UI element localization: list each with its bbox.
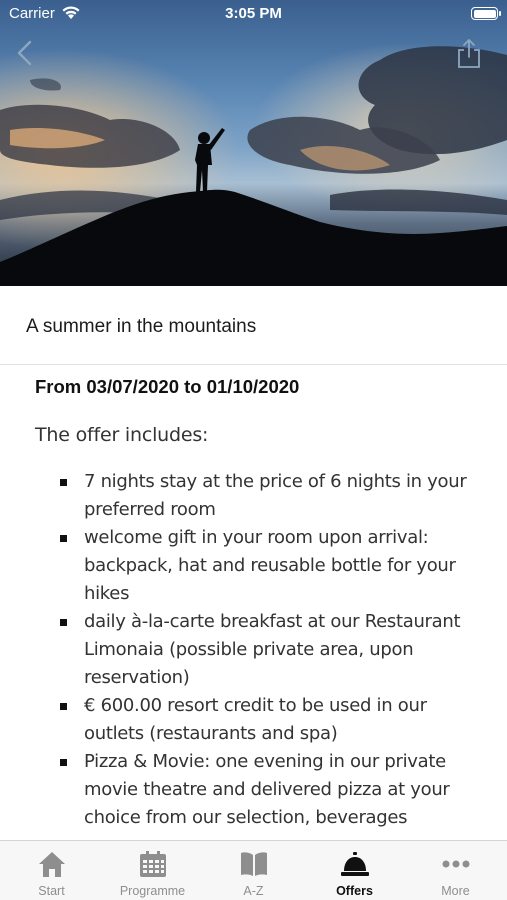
- clock: 3:05 PM: [225, 5, 282, 22]
- tab-label: Start: [38, 884, 65, 898]
- back-button[interactable]: [12, 38, 38, 68]
- offer-title-row: A summer in the mountains: [0, 286, 507, 365]
- tab-start[interactable]: Start: [1, 841, 102, 900]
- tab-more[interactable]: More: [405, 841, 506, 900]
- tab-label: More: [441, 884, 470, 898]
- tab-a-z[interactable]: A-Z: [203, 841, 304, 900]
- offer-description: From 03/07/2020 to 01/10/2020 The offer …: [0, 366, 507, 840]
- offer-includes-list: 7 nights stay at the price of 6 nights i…: [58, 468, 478, 832]
- tab-label: Programme: [119, 884, 186, 898]
- share-icon: [458, 39, 480, 68]
- battery-icon: [471, 7, 501, 20]
- house-icon: [36, 849, 68, 879]
- more-dots-icon: [440, 849, 472, 879]
- tab-label: A-Z: [243, 884, 264, 898]
- reception-bell-icon: [339, 849, 371, 879]
- list-item: € 600.00 resort credit to be used in our…: [58, 692, 478, 748]
- calendar-icon: [137, 849, 169, 879]
- offer-title: A summer in the mountains: [26, 316, 257, 337]
- share-button[interactable]: [455, 38, 483, 70]
- hero-image: Carrier 3:05 PM: [0, 0, 507, 286]
- tab-label: Offers: [336, 884, 373, 898]
- list-item: 7 nights stay at the price of 6 nights i…: [58, 468, 478, 524]
- book-icon: [238, 849, 270, 879]
- offer-dates: From 03/07/2020 to 01/10/2020: [35, 376, 300, 397]
- status-bar: Carrier 3:05 PM: [0, 0, 507, 28]
- tab-programme[interactable]: Programme: [102, 841, 203, 900]
- offer-intro: The offer includes:: [35, 424, 209, 446]
- list-item: welcome gift in your room upon arrival: …: [58, 524, 478, 608]
- tab-offers[interactable]: Offers: [304, 841, 405, 900]
- list-item: daily à-la-carte breakfast at our Restau…: [58, 608, 478, 692]
- chevron-left-icon: [17, 40, 32, 66]
- list-item: Pizza & Movie: one evening in our privat…: [58, 748, 478, 832]
- mountain-sunset-photo: [0, 0, 507, 286]
- tab-bar: Start Programme A-Z Offers More: [0, 840, 507, 900]
